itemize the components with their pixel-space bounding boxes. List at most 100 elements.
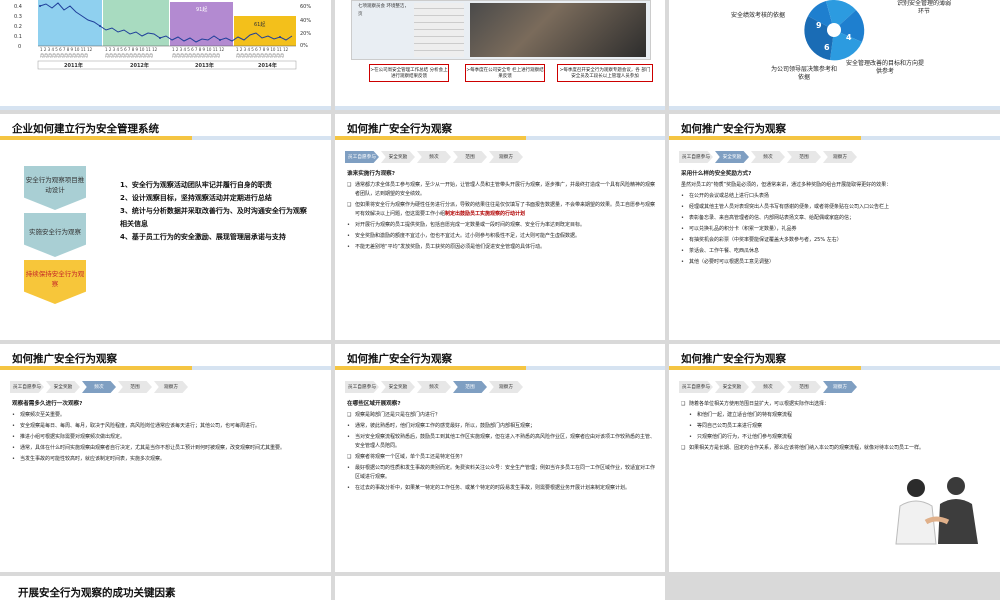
slide-who: 如何推广安全行为观察 员工自愿参与 安全奖励 频次 范围 观察方 谁来实施行为观… [335,114,665,340]
tab-strip: 员工自愿参与 安全奖励 频次 范围 观察方 [10,381,190,393]
tab-scope[interactable]: 范围 [787,381,821,393]
chevron-design: 安全行为观察项目推动设计 [24,166,86,210]
slide-title: 如何推广安全行为观察 [12,353,117,365]
intro: 虽然对员工的“物质”奖励是必须的，但通常来讲，通过多种奖励的组合开展能取得更好的… [681,182,892,188]
caption-3: ≻每季度召开安全行为观察专题会议，各 部门安全员及工段长以上管理人员参加 [557,64,653,82]
tab-voluntary[interactable]: 员工自愿参与 [345,381,379,393]
point-6: 在过去的事故分析中，如果某一特定的工作任务、或某个特定的时段易发生事故，则需要根… [347,484,655,493]
slide-title: 如何推广安全行为观察 [347,123,452,135]
question: 谁来实施行为观察? [347,171,395,177]
point-7: 其他（必要时可以根据员工意见调整） [681,258,990,267]
tab-observer[interactable]: 观察方 [489,151,523,163]
svg-text:月月月月月月月月月月月月: 月月月月月月月月月月月月 [105,53,153,58]
chevron-implement: 实施安全行为观察 [24,213,86,257]
point-2: 安全观察是每日、每周、每月，取决于风险程度，高风险岗位通常应该每天进行；其他公司… [12,422,321,431]
point-3: 表彰备忘录、来自高管理者的信、内部网站表扬文章、给配偶或家庭的信； [681,214,990,223]
point-1: 通常都力求全体员工参与观察，至少从一开始，让管理人员和主管带头开展行为观察，逐步… [347,181,655,199]
point-3: 只观察他们的行为，不让他们参与观察流程 [689,433,980,442]
slide-blank [335,576,665,600]
tail: 如果相关方是长期、固定的合作关系，那么应该将他们纳入本公司的观察流程，就像对待本… [681,444,980,453]
point-1: 和他们一起，建立适合他们的特有观察流程 [689,411,980,420]
tab-observer[interactable]: 观察方 [823,381,857,393]
steps-list: 1、安全行为观察活动团队牢记并履行自身的职责 2、设计观察目标，坚持观察活动并定… [120,179,310,244]
question: 采用什么样的安全奖励方式? [681,171,752,177]
wheel-num-2: 6 [824,43,830,52]
caption-2: ≻每季度在公司安全专 栏上进行观察结果反馈 [465,64,545,82]
step-1: 1、安全行为观察活动团队牢记并履行自身的职责 [120,181,272,189]
tab-voluntary[interactable]: 员工自愿参与 [679,151,713,163]
point-3: 对开展行为观察的员工提供奖励，包括自愿完成一定数量或一段时间的观察、安全行为率达… [347,221,655,230]
svg-text:1 2 3 4 5 6 7 8 9 10 11 12: 1 2 3 4 5 6 7 8 9 10 11 12 [105,47,158,52]
tab-frequency[interactable]: 频次 [82,381,116,393]
wheel-label-1: 安全绩效考核的依据 [730,12,785,19]
point-1: 观察频次至关重要。 [12,411,321,420]
tick-right-0: 60% [300,4,311,10]
chevron-sustain: 持续保持安全行为观察 [24,260,86,304]
tab-reward[interactable]: 安全奖励 [381,151,415,163]
tab-reward[interactable]: 安全奖励 [715,151,749,163]
point-6: 茶话会、工作午餐、吃西瓜休息 [681,247,990,256]
svg-text:1 2 3 4 5 6 7 8 9 10 11 12: 1 2 3 4 5 6 7 8 9 10 11 12 [236,47,289,52]
slide-title: 如何推广安全行为观察 [347,353,452,365]
point-5: 不能无差别地“平均”发放奖励，员工获奖的原因必须是他们促进安全管理的具体行动。 [347,243,655,252]
svg-text:月月月月月月月月月月月月: 月月月月月月月月月月月月 [40,53,88,58]
slide-body: 谁来实施行为观察? 通常都力求全体员工参与观察，至少从一开始，让管理人员和主管带… [347,170,655,254]
slide-title: 企业如何建立行为安全管理系统 [12,123,159,135]
tab-reward[interactable]: 安全奖励 [715,381,749,393]
tab-voluntary[interactable]: 员工自愿参与 [679,381,713,393]
chart-figure: 0.4 0.3 0.2 0.1 0 60% 40% 20% 0% 91起 61起… [0,0,331,110]
point-4: 观察者将观察一个区域，单个员工还是特定任务？ [347,453,655,462]
photo-note: 七项观察员会 环境整洁，页 [358,4,409,17]
tab-observer[interactable]: 观察方 [489,381,523,393]
point-2: 等同自己公司员工来进行观察 [689,422,980,431]
slide-body: 在哪些区域开展观察? 观察是跨部门还是只是在部门内进行？ 通常，彼此熟悉时，他们… [347,400,655,495]
tab-scope[interactable]: 范围 [453,151,487,163]
slide-observer: 如何推广安全行为观察 员工自愿参与 安全奖励 频次 范围 观察方 随着各单位相关… [669,344,1000,572]
tab-strip: 员工自愿参与 安全奖励 频次 范围 观察方 [679,151,859,163]
tick-left-3: 0.1 [14,34,22,40]
point-1: 在公开的会议或总结上进行口头表扬 [681,192,990,201]
step-4: 4、基于员工行为的安全激励、展现管理层承诺与支持 [120,233,286,241]
tab-observer[interactable]: 观察方 [154,381,188,393]
tab-observer[interactable]: 观察方 [823,151,857,163]
tab-frequency[interactable]: 频次 [751,151,785,163]
slide-scope: 如何推广安全行为观察 员工自愿参与 安全奖励 频次 范围 观察方 在哪些区域开展… [335,344,665,572]
slide-title: 如何推广安全行为观察 [681,123,786,135]
wheel-diagram: 9 6 4 [669,0,1000,110]
svg-text:1 2 3 4 5 6 7 8 9 10 11 12: 1 2 3 4 5 6 7 8 9 10 11 12 [40,47,93,52]
tab-scope[interactable]: 范围 [118,381,152,393]
tab-voluntary[interactable]: 员工自愿参与 [10,381,44,393]
tab-reward[interactable]: 安全奖励 [46,381,80,393]
slide-body: 观察者需多久进行一次观察? 观察频次至关重要。 安全观察是每日、每周、每月，取决… [12,400,321,466]
tab-frequency[interactable]: 频次 [417,151,451,163]
wheel-label-4: 识别安全管理的薄弱环节 [896,0,951,15]
meeting-photo [470,3,646,57]
annotation-2: 61起 [254,22,265,28]
slide-system: 企业如何建立行为安全管理系统 安全行为观察项目推动设计 实施安全行为观察 持续保… [0,114,331,340]
lead: 随着各单位相关方使用范围日益扩大，可以根据实际作出选择： [681,400,980,409]
tick-right-2: 20% [300,31,311,37]
point-4: 可以兑换礼品的积分卡（积累一定数量），礼品券 [681,225,990,234]
tab-voluntary[interactable]: 员工自愿参与 [345,151,379,163]
wheel-label-2: 为公司领导层决策参考和依据 [770,66,837,81]
tick-right-1: 40% [300,18,311,24]
tab-scope[interactable]: 范围 [453,381,487,393]
tab-scope[interactable]: 范围 [787,151,821,163]
point-5: 当发生事故的可能性较高时，就应该制定时间表，实施多次观察。 [12,455,321,464]
wheel-num-1: 9 [816,21,822,30]
wheel-num-3: 4 [846,33,852,42]
photo-frame: 七项观察员会 环境整洁，页 [351,0,651,60]
tick-left-2: 0.2 [14,24,22,30]
slide-chart: 0.4 0.3 0.2 0.1 0 60% 40% 20% 0% 91起 61起… [0,0,331,110]
tab-frequency[interactable]: 频次 [417,381,451,393]
tab-strip: 员工自愿参与 安全奖励 频次 范围 观察方 [345,151,525,163]
year-2011: 2011年 [64,62,83,69]
year-2012: 2012年 [130,62,149,69]
tab-frequency[interactable]: 频次 [751,381,785,393]
slide-body: 随着各单位相关方使用范围日益扩大，可以根据实际作出选择： 和他们一起，建立适合他… [681,400,980,455]
point-2: 经理或其他主管人员对表现突出人员书写有感谢的便条，或者将便条贴在公司入口公告栏上 [681,203,990,212]
point-4: 通常，具体在什么时间实施观察由观察者自行决定，尤其是当你不想让员工预计到何时被观… [12,444,321,453]
slide-frequency: 如何推广安全行为观察 员工自愿参与 安全奖励 频次 范围 观察方 观察者需多久进… [0,344,331,572]
point-3: 推进小组可根据实际需要对观察频次做出规定。 [12,433,321,442]
tab-reward[interactable]: 安全奖励 [381,381,415,393]
